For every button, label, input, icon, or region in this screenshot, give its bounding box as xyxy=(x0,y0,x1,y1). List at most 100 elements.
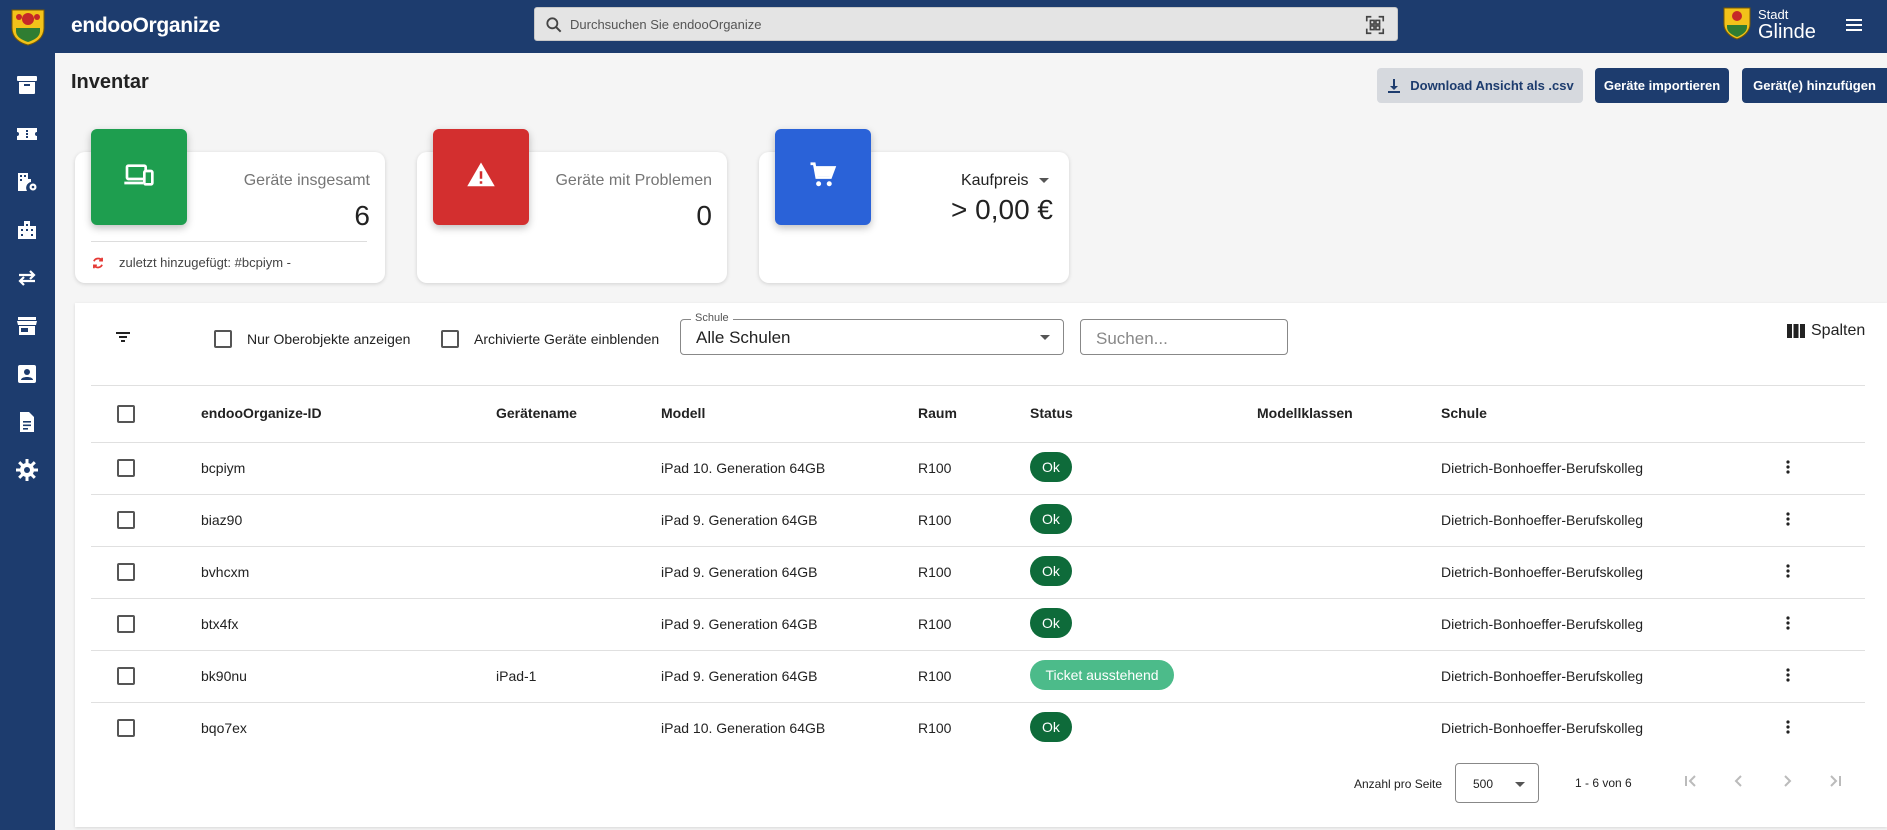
cell-id[interactable]: bk90nu xyxy=(201,668,247,684)
sidebar-item-buildings[interactable] xyxy=(15,218,39,242)
cell-id[interactable]: bcpiym xyxy=(201,460,245,476)
column-header-name[interactable]: Gerätename xyxy=(496,405,577,421)
cell-id[interactable]: bqo7ex xyxy=(201,720,247,736)
sidebar-item-transfers[interactable] xyxy=(15,266,39,290)
row-checkbox[interactable] xyxy=(117,719,135,737)
sidebar-item-contacts[interactable] xyxy=(15,362,39,386)
column-header-status[interactable]: Status xyxy=(1030,405,1073,421)
column-header-room[interactable]: Raum xyxy=(918,405,957,421)
cell-id[interactable]: btx4fx xyxy=(201,616,238,632)
cell-id[interactable]: bvhcxm xyxy=(201,564,249,580)
more-vert-icon[interactable] xyxy=(1786,460,1790,474)
first-page-icon[interactable] xyxy=(1682,772,1700,790)
show-archived-checkbox[interactable] xyxy=(441,330,459,348)
sidebar-item-tickets[interactable] xyxy=(15,122,39,146)
more-vert-icon[interactable] xyxy=(1786,616,1790,630)
row-checkbox[interactable] xyxy=(117,667,135,685)
add-devices-label: Gerät(e) hinzufügen xyxy=(1753,78,1876,93)
next-page-icon[interactable] xyxy=(1778,772,1796,790)
school-select[interactable]: Schule Alle Schulen xyxy=(680,312,1064,355)
download-csv-button[interactable]: Download Ansicht als .csv xyxy=(1377,68,1583,103)
column-header-id[interactable]: endooOrganize-ID xyxy=(201,405,322,421)
stat-price-selector[interactable]: Kaufpreis xyxy=(961,172,1049,190)
chevron-down-icon xyxy=(1515,782,1525,787)
sidebar-item-inventory[interactable] xyxy=(15,73,39,97)
app-logo[interactable] xyxy=(8,6,48,46)
stat-total-label: Geräte insgesamt xyxy=(243,172,370,189)
select-all-checkbox[interactable] xyxy=(117,405,135,423)
column-header-school[interactable]: Schule xyxy=(1441,405,1487,421)
city-name: Stadt Glinde xyxy=(1758,8,1816,42)
sidebar-item-building-settings[interactable] xyxy=(15,170,39,194)
last-page-icon[interactable] xyxy=(1826,772,1844,790)
per-page-label: Anzahl pro Seite xyxy=(1354,777,1443,791)
qr-scan-icon[interactable] xyxy=(1364,14,1386,41)
devices-icon xyxy=(123,159,155,196)
table-search-input[interactable]: Suchen... xyxy=(1080,319,1288,355)
row-checkbox[interactable] xyxy=(117,563,135,581)
row-checkbox[interactable] xyxy=(117,511,135,529)
cell-room: R100 xyxy=(918,720,952,736)
cell-model: iPad 9. Generation 64GB xyxy=(661,668,818,684)
caret-down-icon xyxy=(1039,178,1049,184)
swap-arrows-icon xyxy=(15,270,39,294)
sidebar-item-settings[interactable] xyxy=(15,458,39,482)
stat-problems-value: 0 xyxy=(696,200,712,231)
stat-problems-badge xyxy=(433,129,529,225)
top-bar: endooOrganize Durchsuchen Sie endooOrgan… xyxy=(0,0,1887,53)
search-icon xyxy=(544,15,564,40)
pagination-range: 1 - 6 von 6 xyxy=(1575,776,1632,790)
card-divider xyxy=(91,241,367,242)
column-header-model[interactable]: Modell xyxy=(661,405,705,421)
menu-icon[interactable] xyxy=(1845,16,1863,39)
columns-button[interactable]: Spalten xyxy=(1787,322,1865,340)
row-divider xyxy=(91,702,1865,703)
cell-id[interactable]: biaz90 xyxy=(201,512,242,528)
building-settings-icon xyxy=(15,173,39,198)
import-devices-button[interactable]: Geräte importieren xyxy=(1595,68,1729,103)
global-search-placeholder: Durchsuchen Sie endooOrganize xyxy=(570,17,762,32)
table-top-divider xyxy=(91,385,1865,386)
status-badge: Ok xyxy=(1030,608,1072,638)
city-name-small: Stadt xyxy=(1758,7,1789,22)
sidebar-item-store[interactable] xyxy=(15,314,39,338)
per-page-select[interactable]: 500 xyxy=(1455,763,1539,803)
columns-icon xyxy=(1787,324,1805,338)
row-checkbox[interactable] xyxy=(117,459,135,477)
refresh-icon xyxy=(91,256,105,275)
columns-label: Spalten xyxy=(1811,322,1866,339)
buildings-icon xyxy=(15,221,39,246)
add-devices-button[interactable]: Gerät(e) hinzufügen xyxy=(1742,68,1887,103)
page-title: Inventar xyxy=(71,71,149,93)
only-parent-checkbox[interactable] xyxy=(214,330,232,348)
gear-icon xyxy=(15,459,39,486)
shopping-cart-icon xyxy=(808,160,838,195)
status-badge: Ok xyxy=(1030,556,1072,586)
more-vert-icon[interactable] xyxy=(1786,668,1790,682)
cell-model: iPad 10. Generation 64GB xyxy=(661,720,826,736)
row-divider xyxy=(91,650,1865,651)
column-header-model-classes[interactable]: Modellklassen xyxy=(1257,405,1353,421)
download-icon xyxy=(1388,78,1401,93)
stat-total-footer: zuletzt hinzugefügt: #bcpiym - xyxy=(119,255,291,270)
more-vert-icon[interactable] xyxy=(1786,564,1790,578)
row-divider xyxy=(91,598,1865,599)
app-title[interactable]: endooOrganize xyxy=(71,14,220,38)
previous-page-icon[interactable] xyxy=(1730,772,1748,790)
more-vert-icon[interactable] xyxy=(1786,512,1790,526)
cell-school: Dietrich-Bonhoeffer-Berufskolleg xyxy=(1441,668,1644,684)
more-vert-icon[interactable] xyxy=(1786,720,1790,734)
row-checkbox[interactable] xyxy=(117,615,135,633)
global-search-input[interactable]: Durchsuchen Sie endooOrganize xyxy=(534,7,1398,41)
download-csv-label: Download Ansicht als .csv xyxy=(1410,78,1574,93)
city-coat-of-arms xyxy=(1722,6,1752,45)
sidebar xyxy=(0,53,55,830)
stat-price-label: Kaufpreis xyxy=(960,172,1029,189)
cell-model: iPad 9. Generation 64GB xyxy=(661,616,818,632)
cell-room: R100 xyxy=(918,564,952,580)
filter-icon[interactable] xyxy=(115,329,131,350)
sidebar-item-documents[interactable] xyxy=(15,410,39,434)
cell-room: R100 xyxy=(918,460,952,476)
cell-school: Dietrich-Bonhoeffer-Berufskolleg xyxy=(1441,616,1644,632)
warning-icon xyxy=(466,160,496,195)
